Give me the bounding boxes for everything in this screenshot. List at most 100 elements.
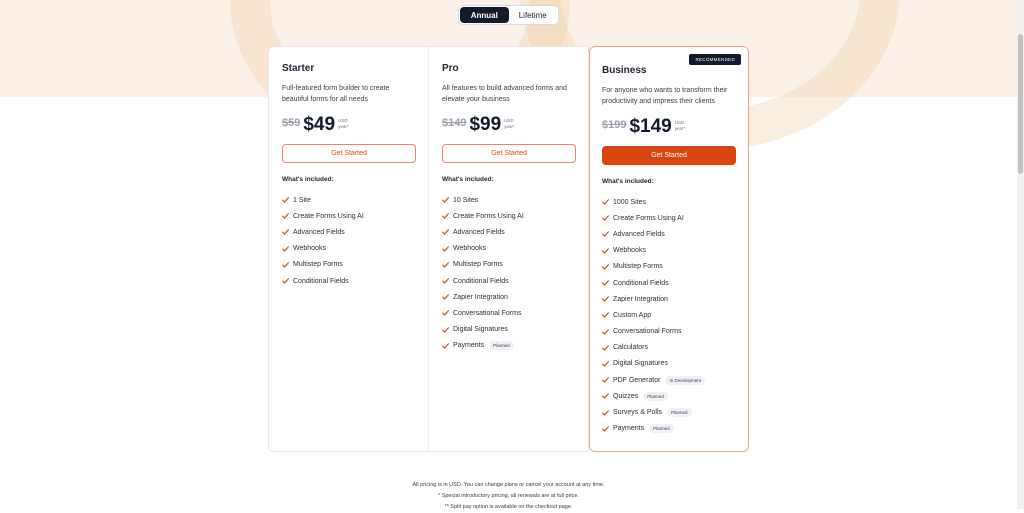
price-currency: USD — [674, 120, 685, 125]
feature-item: Conditional Fields — [282, 273, 415, 289]
feature-item: Conversational Forms — [442, 305, 575, 321]
check-icon — [602, 199, 610, 205]
feature-item: Conditional Fields — [602, 275, 735, 291]
get-started-button[interactable]: Get Started — [442, 144, 576, 163]
get-started-button[interactable]: Get Started — [282, 144, 416, 163]
current-price: $149 — [629, 116, 672, 137]
check-icon — [442, 278, 450, 284]
feature-label: 1 Site — [293, 196, 311, 204]
feature-label: Zapier Integration — [453, 293, 508, 301]
feature-status-tag: Planned — [649, 424, 674, 434]
included-heading: What's included: — [282, 176, 334, 183]
feature-item: Digital Signatures — [442, 322, 575, 338]
toggle-lifetime[interactable]: Lifetime — [509, 7, 558, 23]
scrollbar-thumb[interactable] — [1018, 34, 1023, 174]
feature-list: 1000 Sites Create Forms Using AI Advanced … — [602, 194, 735, 437]
feature-item: Conditional Fields — [442, 273, 575, 289]
plan-name: Starter — [282, 63, 315, 74]
current-price: $49 — [303, 114, 336, 135]
plan-card-business: RECOMMENDED Business For anyone who want… — [589, 46, 749, 452]
feature-item: Payments Planned — [602, 421, 735, 437]
feature-item: 1 Site — [282, 192, 415, 208]
footnote: ** Split pay option is available on the … — [444, 504, 573, 510]
feature-item: Custom App — [602, 307, 735, 323]
price-unit: USD year* — [675, 120, 686, 132]
check-icon — [442, 197, 450, 203]
feature-label: 10 Sites — [453, 196, 479, 204]
check-icon — [602, 296, 610, 302]
check-icon — [602, 361, 610, 367]
feature-status-tag: Planned — [667, 408, 692, 418]
price-row: $149 $99 USD year* — [442, 113, 575, 135]
toggle-annual[interactable]: Annual — [460, 7, 509, 23]
check-icon — [282, 197, 290, 203]
feature-item: Multistep Forms — [282, 257, 415, 273]
check-icon — [442, 343, 450, 349]
billing-toggle[interactable]: Annual Lifetime — [458, 5, 559, 25]
feature-label: Create Forms Using AI — [613, 214, 684, 222]
feature-item: Zapier Integration — [442, 289, 575, 305]
feature-label: Payments — [613, 425, 645, 433]
feature-item: Surveys & Polls Planned — [602, 404, 735, 420]
feature-item: Zapier Integration — [602, 291, 735, 307]
feature-list: 10 Sites Create Forms Using AI Advanced Fi… — [442, 192, 575, 354]
page-scrollbar[interactable] — [1017, 0, 1024, 509]
price-row: $59 $49 USD year* — [282, 113, 415, 135]
check-icon — [442, 229, 450, 236]
feature-item: 1000 Sites — [602, 194, 735, 210]
check-icon — [602, 247, 610, 254]
feature-label: Conditional Fields — [453, 277, 509, 285]
feature-list: 1 Site Create Forms Using AI Advanced Fiel… — [282, 192, 415, 289]
check-icon — [602, 409, 610, 416]
feature-status-tag: In Development — [665, 375, 705, 385]
feature-label: Webhooks — [453, 245, 486, 253]
feature-label: Custom App — [613, 311, 652, 319]
get-started-button[interactable]: Get Started — [602, 146, 736, 165]
check-icon — [282, 278, 290, 284]
feature-label: Calculators — [613, 344, 649, 352]
feature-item: Webhooks — [282, 241, 415, 257]
check-icon — [282, 262, 290, 268]
feature-label: Zapier Integration — [613, 295, 668, 303]
footnote: * Special introductory pricing, all rene… — [438, 493, 579, 499]
plan-name: Pro — [442, 63, 459, 74]
price-unit: USD year* — [338, 118, 349, 130]
plan-description: All features to build advanced forms and… — [442, 85, 567, 103]
check-icon — [602, 328, 610, 335]
pricing-cards: Starter Full-featured form builder to cr… — [268, 46, 749, 452]
feature-item: Multistep Forms — [602, 259, 735, 275]
check-icon — [602, 393, 610, 399]
feature-label: Advanced Fields — [613, 230, 665, 238]
feature-label: Digital Signatures — [613, 360, 668, 368]
plan-name: Business — [602, 65, 647, 76]
price-currency: USD — [338, 118, 348, 123]
check-icon — [442, 326, 450, 333]
check-icon — [282, 229, 290, 236]
plan-description: For anyone who wants to transform their … — [602, 87, 728, 105]
feature-label: Conditional Fields — [613, 279, 669, 287]
check-icon — [442, 310, 450, 316]
check-icon — [602, 345, 610, 351]
feature-label: Webhooks — [613, 247, 646, 255]
feature-label: Payments — [453, 342, 485, 350]
feature-item: Webhooks — [442, 241, 575, 257]
feature-item: Create Forms Using AI — [602, 210, 735, 226]
feature-label: Conversational Forms — [453, 309, 522, 317]
feature-label: Digital Signatures — [453, 326, 508, 334]
check-icon — [602, 425, 610, 432]
feature-status-tag: Planned — [489, 341, 514, 351]
feature-label: 1000 Sites — [613, 198, 647, 206]
check-icon — [602, 280, 610, 286]
check-icon — [602, 231, 610, 238]
feature-item: Advanced Fields — [442, 224, 575, 240]
check-icon — [442, 245, 450, 252]
feature-label: Quizzes — [613, 392, 639, 400]
check-icon — [442, 294, 450, 300]
feature-item: Create Forms Using AI — [442, 208, 575, 224]
old-price: $199 — [602, 119, 627, 131]
check-icon — [602, 215, 610, 221]
check-icon — [442, 213, 450, 219]
feature-item: Conversational Forms — [602, 324, 735, 340]
feature-item: Calculators — [602, 340, 735, 356]
check-icon — [282, 213, 290, 219]
